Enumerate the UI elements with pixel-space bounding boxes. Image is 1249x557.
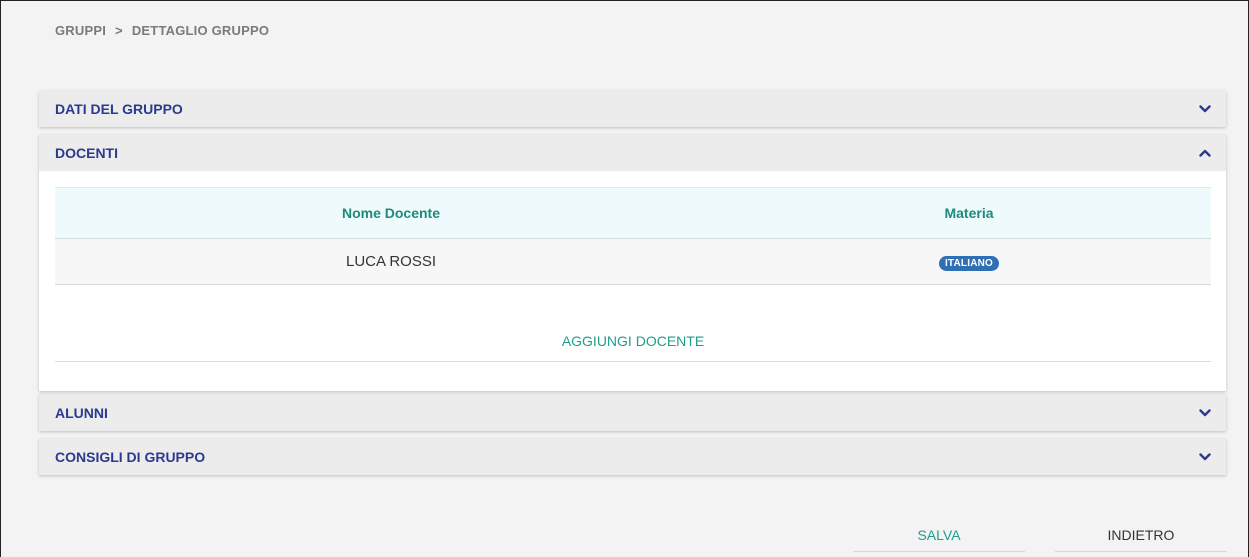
cell-materia: ITALIANO xyxy=(727,253,1211,271)
column-header-nome-docente[interactable]: Nome Docente xyxy=(55,205,727,221)
section-docenti-body: Nome Docente Materia LUCA ROSSI ITALIANO… xyxy=(39,171,1226,391)
cell-nome-docente: LUCA ROSSI xyxy=(345,253,437,270)
section-alunni: ALUNNI xyxy=(39,395,1226,431)
section-alunni-header[interactable]: ALUNNI xyxy=(39,395,1226,431)
chevron-down-icon[interactable] xyxy=(1198,450,1212,464)
section-consigli-di-gruppo: CONSIGLI DI GRUPPO xyxy=(39,439,1226,475)
breadcrumb-separator: > xyxy=(115,23,123,38)
table-row[interactable]: LUCA ROSSI ITALIANO xyxy=(55,239,1211,285)
breadcrumb-current: DETTAGLIO GRUPPO xyxy=(131,23,270,38)
add-docente-row: AGGIUNGI DOCENTE xyxy=(55,321,1211,362)
back-button[interactable]: INDIETRO xyxy=(1055,519,1227,552)
section-docenti: DOCENTI Nome Docente Materia LUCA ROSSI … xyxy=(39,135,1226,391)
column-header-materia[interactable]: Materia xyxy=(727,205,1211,221)
breadcrumb-gruppi[interactable]: GRUPPI xyxy=(55,23,106,38)
chevron-up-icon[interactable] xyxy=(1198,146,1212,160)
section-dati-del-gruppo-header[interactable]: DATI DEL GRUPPO xyxy=(39,91,1226,127)
section-docenti-header[interactable]: DOCENTI xyxy=(39,135,1226,171)
breadcrumb: GRUPPI > DETTAGLIO GRUPPO xyxy=(55,23,269,38)
materia-badge: ITALIANO xyxy=(938,255,1000,271)
section-dati-del-gruppo: DATI DEL GRUPPO xyxy=(39,91,1226,127)
table-header: Nome Docente Materia xyxy=(55,187,1211,239)
chevron-down-icon[interactable] xyxy=(1198,406,1212,420)
chevron-down-icon[interactable] xyxy=(1198,102,1212,116)
save-button[interactable]: SALVA xyxy=(853,519,1025,552)
add-docente-button[interactable]: AGGIUNGI DOCENTE xyxy=(562,333,704,349)
section-title: DATI DEL GRUPPO xyxy=(55,101,183,117)
section-title: CONSIGLI DI GRUPPO xyxy=(55,449,206,465)
section-title: DOCENTI xyxy=(55,145,118,161)
section-title: ALUNNI xyxy=(55,405,108,421)
section-consigli-header[interactable]: CONSIGLI DI GRUPPO xyxy=(39,439,1226,475)
docenti-table: Nome Docente Materia LUCA ROSSI ITALIANO xyxy=(55,187,1211,285)
page-frame: GRUPPI > DETTAGLIO GRUPPO DATI DEL GRUPPO … xyxy=(0,0,1249,557)
